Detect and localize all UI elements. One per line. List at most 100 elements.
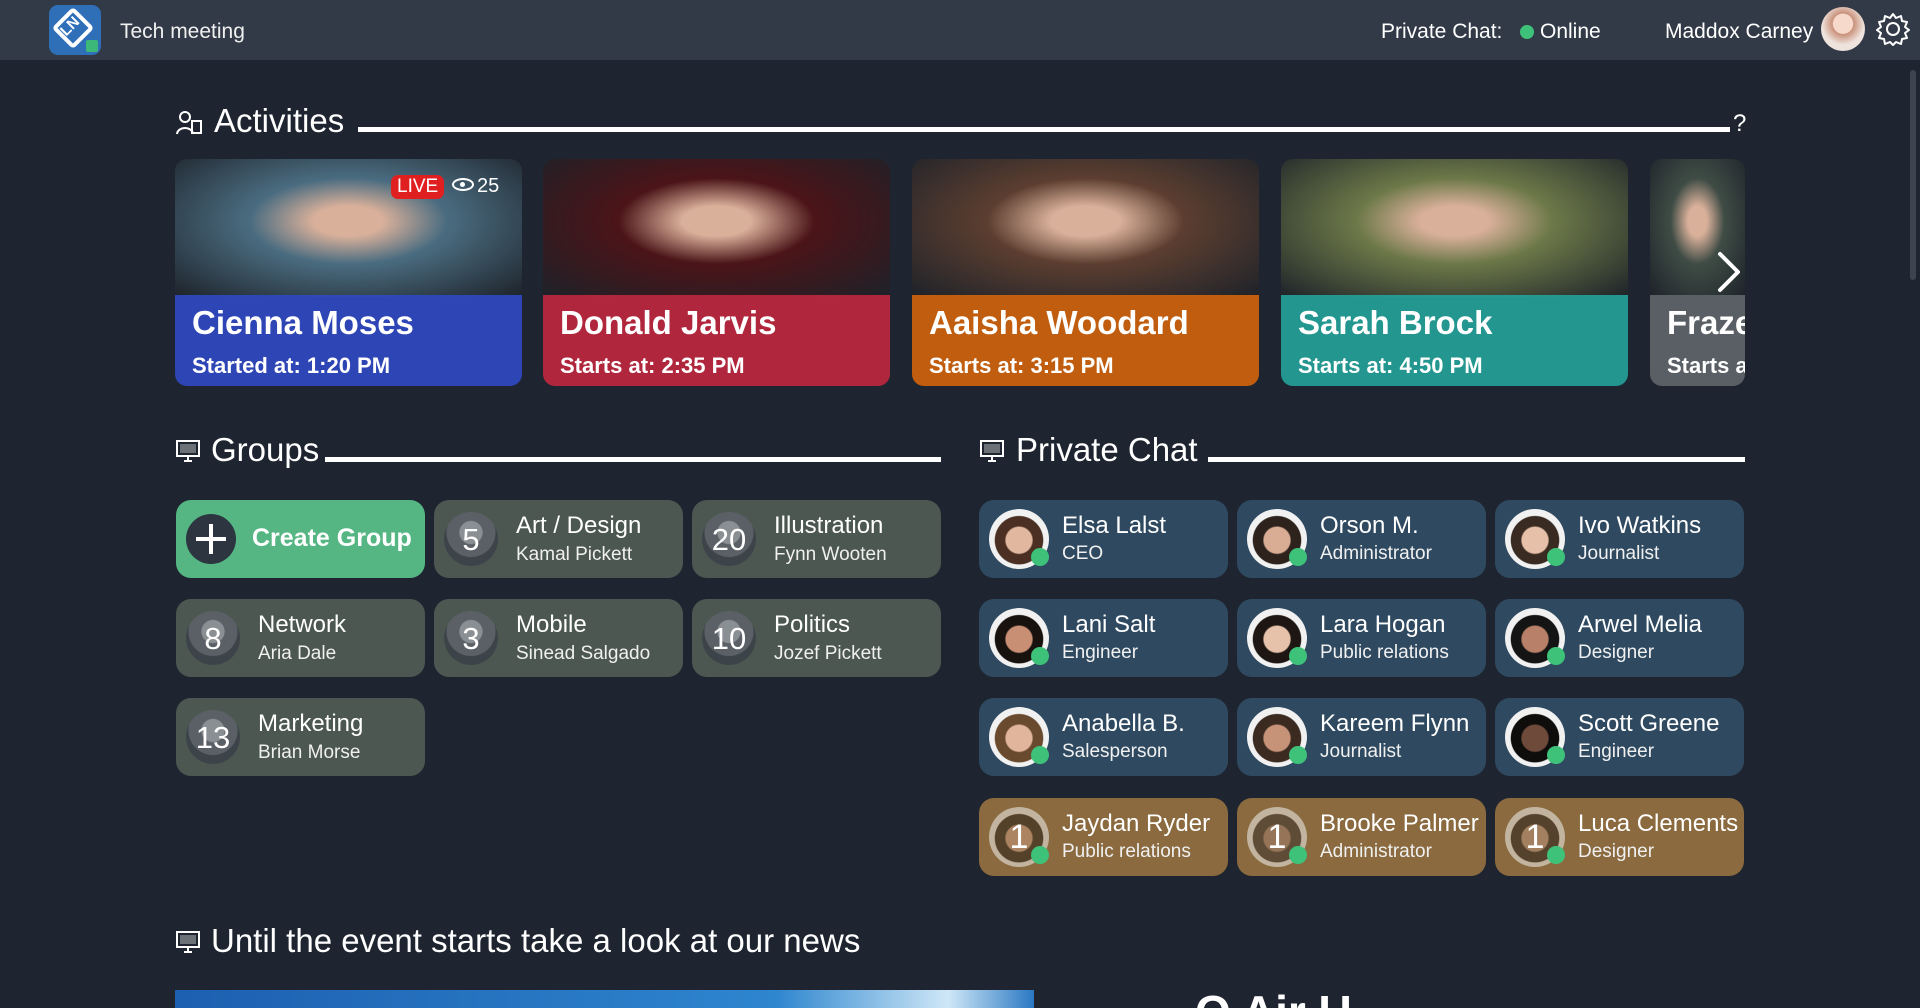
private-chat-contact-card[interactable]: 1 Brooke Palmer Administrator [1237,798,1486,876]
user-name[interactable]: Maddox Carney [1665,20,1813,44]
group-member-count: 10 [702,611,756,665]
news-article-title[interactable]: Q Air U [1195,985,1352,1008]
online-indicator-icon [1289,548,1307,566]
contact-role: Engineer [1578,741,1655,762]
private-chat-contact-card[interactable]: Orson M. Administrator [1237,500,1486,578]
private-chat-contact-card[interactable]: Anabella B. Salesperson [979,698,1228,776]
app-logo-icon[interactable]: LN [49,5,101,55]
contact-name: Luca Clements [1578,810,1739,837]
group-member-count-value: 13 [195,720,231,755]
user-avatar[interactable] [1821,7,1865,51]
private-chat-contact-card[interactable]: Scott Greene Engineer [1495,698,1744,776]
group-owner: Kamal Pickett [516,544,633,565]
create-group-label: Create Group [252,524,412,552]
contact-name: Lani Salt [1062,611,1156,638]
activity-card[interactable]: Aaisha Woodard Starts at: 3:15 PM [912,159,1259,386]
activity-start-time: Starts at: 2:35 PM [560,353,745,378]
online-indicator-icon [1547,746,1565,764]
live-badge: LIVE [391,175,445,199]
contact-role: Public relations [1320,642,1449,663]
contact-role: Journalist [1320,741,1402,762]
settings-gear-icon[interactable] [1876,12,1910,46]
online-indicator-icon [1547,647,1565,665]
group-owner: Brian Morse [258,742,361,763]
group-title: Illustration [774,512,884,539]
create-group-button[interactable]: Create Group [176,500,425,578]
group-title: Politics [774,611,851,638]
private-chat-heading: Private Chat [1016,431,1198,468]
group-member-count: 5 [444,512,498,566]
private-chat-contact-card[interactable]: Elsa Lalst CEO [979,500,1228,578]
activity-speaker-name: Fraze [1667,304,1745,341]
private-chat-contact-card[interactable]: Ivo Watkins Journalist [1495,500,1744,578]
online-indicator-icon [1547,548,1565,566]
private-chat-contact-card[interactable]: Arwel Melia Designer [1495,599,1744,677]
contact-name: Lara Hogan [1320,611,1446,638]
contact-name: Arwel Melia [1578,611,1703,638]
news-heading: Until the event starts take a look at ou… [211,922,861,959]
activity-card[interactable]: Sarah Brock Starts at: 4:50 PM [1281,159,1628,386]
activity-speaker-photo [912,159,1259,297]
private-chat-contact-card[interactable]: Lara Hogan Public relations [1237,599,1486,677]
online-indicator-icon [1031,846,1049,864]
group-member-count-value: 5 [462,522,480,557]
group-member-count: 3 [444,611,498,665]
help-button[interactable]: ? [1733,110,1746,138]
online-indicator-icon [1289,746,1307,764]
activity-speaker-photo [543,159,890,297]
activity-card[interactable]: Donald Jarvis Starts at: 2:35 PM [543,159,890,386]
carousel-next-chevron-icon[interactable] [1712,250,1746,294]
group-member-count-value: 8 [204,621,222,656]
group-card[interactable]: 13 Marketing Brian Morse [176,698,425,776]
online-status-dot-icon [1520,25,1534,39]
contact-role: Administrator [1320,841,1432,862]
group-member-count-value: 20 [711,522,747,557]
contact-name: Ivo Watkins [1578,512,1702,539]
contact-role: Public relations [1062,841,1191,862]
event-title: Tech meeting [120,20,245,43]
private-chat-divider [1208,457,1745,462]
private-chat-monitor-icon [980,440,1004,462]
plus-icon [186,514,236,564]
group-owner: Sinead Salgado [516,643,651,664]
group-card[interactable]: 5 Art / Design Kamal Pickett [434,500,683,578]
activity-start-time: Started at: 1:20 PM [192,353,391,378]
viewer-count-value: 25 [477,175,500,197]
activity-speaker-name: Cienna Moses [192,304,414,341]
group-owner: Aria Dale [258,643,337,664]
group-member-count: 8 [186,611,240,665]
private-chat-status-label: Private Chat: [1381,20,1503,43]
activities-heading: Activities [214,102,345,139]
contact-role: Journalist [1578,543,1660,564]
group-card[interactable]: 20 Illustration Fynn Wooten [692,500,941,578]
group-owner: Fynn Wooten [774,544,887,565]
contact-role: Designer [1578,841,1655,862]
viewer-count: 25 [452,175,499,198]
group-member-count: 13 [186,710,240,764]
group-card[interactable]: 3 Mobile Sinead Salgado [434,599,683,677]
contact-role: Administrator [1320,543,1432,564]
contact-name: Scott Greene [1578,710,1720,737]
private-chat-contact-card[interactable]: Kareem Flynn Journalist [1237,698,1486,776]
private-chat-contact-card[interactable]: 1 Jaydan Ryder Public relations [979,798,1228,876]
private-chat-contact-card[interactable]: 1 Luca Clements Designer [1495,798,1744,876]
group-card[interactable]: 10 Politics Jozef Pickett [692,599,941,677]
private-chat-contact-card[interactable]: Lani Salt Engineer [979,599,1228,677]
online-indicator-icon [1031,647,1049,665]
group-title: Mobile [516,611,587,638]
page-scrollbar[interactable] [1910,70,1916,280]
private-chat-status-value[interactable]: Online [1540,20,1601,44]
contact-name: Jaydan Ryder [1062,810,1211,837]
group-card[interactable]: 8 Network Aria Dale [176,599,425,677]
contact-name: Orson M. [1320,512,1419,539]
online-indicator-icon [1289,846,1307,864]
group-member-count-value: 10 [711,621,747,656]
group-owner: Jozef Pickett [774,643,882,664]
eye-icon [452,178,474,191]
contact-role: Engineer [1062,642,1139,663]
group-member-count-value: 3 [462,621,480,656]
activity-card[interactable]: Cienna Moses Started at: 1:20 PM LIVE 25 [175,159,522,386]
group-title: Network [258,611,347,638]
groups-monitor-icon [176,440,200,462]
news-image[interactable] [175,990,1034,1008]
